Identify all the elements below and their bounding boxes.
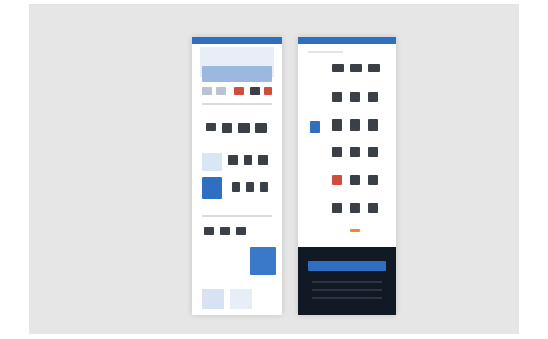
product-thumb-dark — [260, 182, 268, 192]
product-thumb-dark — [258, 155, 268, 165]
product-thumb-dark — [368, 92, 378, 102]
blue-promo-image — [202, 177, 222, 199]
product-thumb-dark — [350, 147, 360, 157]
product-thumb-dark — [204, 227, 214, 235]
product-thumb-dark — [206, 123, 216, 131]
product-thumb-red — [234, 87, 244, 95]
product-thumb-dark — [228, 155, 238, 165]
product-thumb — [216, 87, 226, 95]
product-thumb-dark — [332, 203, 342, 213]
product-thumb-dark — [238, 123, 250, 133]
product-thumb-dark — [332, 92, 342, 102]
product-thumb-dark — [250, 87, 260, 95]
footer — [298, 247, 396, 315]
promo-tile — [230, 289, 252, 309]
product-thumb-dark — [368, 175, 378, 185]
header-bar — [192, 37, 282, 44]
header-bar — [298, 37, 396, 44]
footer-links — [312, 281, 382, 283]
page-mockup-right — [298, 37, 396, 315]
product-thumb-dark — [220, 227, 230, 235]
product-thumb-dark — [332, 119, 342, 131]
product-thumb-dark — [332, 147, 342, 157]
product-thumb-dark — [350, 92, 360, 102]
hero-image — [202, 66, 272, 82]
product-thumb-dark — [350, 64, 362, 72]
blue-promo-image — [250, 247, 276, 275]
product-thumb-dark — [255, 123, 267, 133]
product-thumb-dark — [350, 119, 360, 131]
breadcrumb-line — [308, 51, 343, 53]
product-thumb-dark — [368, 147, 378, 157]
footer-links — [312, 297, 382, 299]
product-thumb-dark — [232, 182, 240, 192]
product-thumb-dark — [236, 227, 246, 235]
newsletter-bar — [308, 261, 386, 271]
product-thumb-dark — [368, 203, 378, 213]
product-thumb-dark — [246, 182, 254, 192]
product-thumb-red — [264, 87, 272, 95]
promo-tile — [202, 289, 224, 309]
section-divider — [202, 215, 272, 217]
footer-links — [312, 289, 382, 291]
product-thumb-red — [332, 175, 342, 185]
mockup-background — [29, 4, 519, 334]
product-thumb-dark — [350, 175, 360, 185]
product-thumb-dark — [350, 203, 360, 213]
product-thumb-dark — [222, 123, 232, 133]
product-thumb-dark — [368, 64, 380, 72]
section-divider — [202, 103, 272, 105]
pagination-button — [350, 229, 360, 232]
product-thumb-dark — [244, 155, 252, 165]
promo-block — [202, 153, 222, 171]
product-thumb-dark — [368, 119, 378, 131]
page-mockup-left — [192, 37, 282, 315]
sidebar-filter-button — [310, 121, 320, 133]
product-thumb-dark — [332, 64, 344, 72]
product-thumb — [202, 87, 212, 95]
